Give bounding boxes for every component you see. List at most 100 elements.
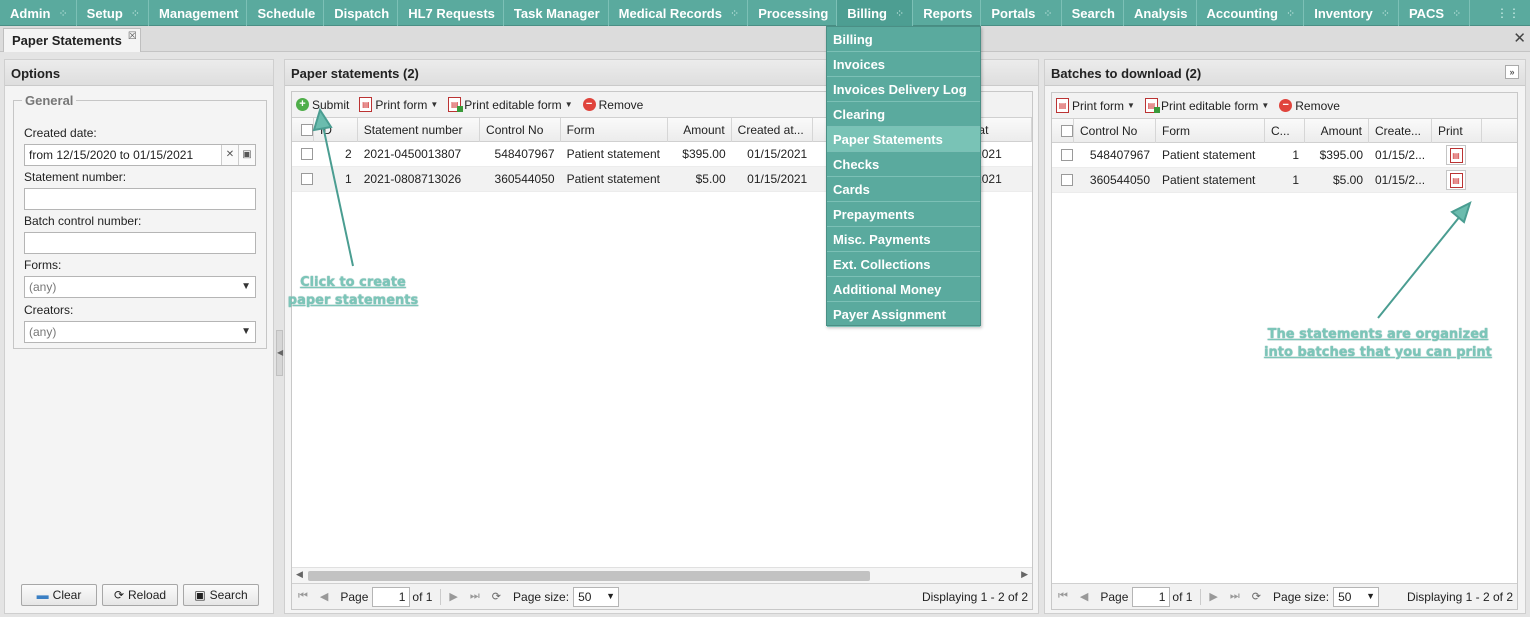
collapse-panel-icon[interactable]: » xyxy=(1505,65,1519,79)
row-checkbox[interactable] xyxy=(301,173,313,185)
col-form[interactable]: Form xyxy=(561,118,668,142)
dropdown-item-prepayments[interactable]: Prepayments xyxy=(827,202,980,227)
dropdown-item-invoices-delivery-log[interactable]: Invoices Delivery Log xyxy=(827,77,980,102)
menu-item-processing[interactable]: Processing xyxy=(748,0,838,26)
col-amount[interactable]: Amount xyxy=(668,118,732,142)
creators-select[interactable]: (any) ▼ xyxy=(24,321,256,343)
statement-number-input[interactable] xyxy=(24,188,256,210)
select-all-checkbox[interactable] xyxy=(301,124,313,136)
page-number-input[interactable]: 1 xyxy=(1132,586,1171,607)
search-button[interactable]: ▣ Search xyxy=(183,584,259,606)
close-all-icon[interactable]: ✕ xyxy=(1513,29,1526,47)
scrollbar-thumb[interactable] xyxy=(308,571,870,581)
dropdown-item-misc-payments[interactable]: Misc. Payments xyxy=(827,227,980,252)
batch-print-editable-button[interactable]: ▤ Print editable form ▼ xyxy=(1144,98,1269,113)
menu-item-schedule[interactable]: Schedule xyxy=(247,0,325,26)
dropdown-item-paper-statements[interactable]: Paper Statements xyxy=(827,127,980,152)
row-checkbox[interactable] xyxy=(301,148,313,160)
col-form[interactable]: Form xyxy=(1156,119,1265,143)
col-id[interactable]: ID xyxy=(314,118,358,142)
col-control-no[interactable]: Control No xyxy=(1074,119,1156,143)
select-all-checkbox-cell[interactable] xyxy=(1052,119,1074,143)
dropdown-item-payer-assignment[interactable]: Payer Assignment xyxy=(827,302,980,327)
print-form-button[interactable]: ▤ Print form ▼ xyxy=(359,97,438,112)
dropdown-item-cards[interactable]: Cards xyxy=(827,177,980,202)
drag-dots-icon[interactable]: ⁘ xyxy=(1381,7,1390,20)
page-size-select[interactable]: 50 ▼ xyxy=(573,586,620,607)
created-date-field[interactable]: from 12/15/2020 to 01/15/2021 ✕ ▣ xyxy=(24,144,256,166)
select-all-checkbox[interactable] xyxy=(1061,125,1073,137)
reload-button[interactable]: ⟳ Reload xyxy=(102,584,178,606)
dropdown-item-invoices[interactable]: Invoices xyxy=(827,52,980,77)
clear-button[interactable]: ▬ Clear xyxy=(21,584,97,606)
col-count[interactable]: C... xyxy=(1265,119,1305,143)
menu-item-reports[interactable]: Reports xyxy=(913,0,982,26)
apps-grid-icon[interactable]: ⋮⋮ xyxy=(1496,6,1520,20)
first-page-icon[interactable]: ⏮ xyxy=(1058,590,1068,603)
menu-item-pacs[interactable]: PACS ⁘ xyxy=(1399,0,1471,26)
batch-remove-button[interactable]: − Remove xyxy=(1279,99,1340,113)
drag-dots-icon[interactable]: ⁘ xyxy=(895,7,904,20)
menu-item-medical-records[interactable]: Medical Records ⁘ xyxy=(609,0,749,26)
clear-date-icon[interactable]: ✕ xyxy=(221,145,238,165)
close-tab-icon[interactable]: ☒ xyxy=(128,31,137,42)
submit-button[interactable]: + Submit xyxy=(296,98,349,112)
next-page-icon[interactable]: ▶ xyxy=(449,590,457,603)
batch-print-form-button[interactable]: ▤ Print form ▼ xyxy=(1056,98,1135,113)
last-page-icon[interactable]: ⏭ xyxy=(470,590,480,603)
dropdown-item-checks[interactable]: Checks xyxy=(827,152,980,177)
menu-item-hl7-requests[interactable]: HL7 Requests xyxy=(398,0,504,26)
scroll-left-icon[interactable]: ◀ xyxy=(296,569,303,580)
menu-item-admin[interactable]: Admin ⁘ xyxy=(0,0,77,26)
dropdown-item-billing[interactable]: Billing xyxy=(827,27,980,52)
table-row[interactable]: 548407967 Patient statement 1 $395.00 01… xyxy=(1052,143,1517,168)
col-print[interactable]: Print xyxy=(1432,119,1482,143)
forms-select[interactable]: (any) ▼ xyxy=(24,276,256,298)
pdf-print-icon[interactable]: ▤ xyxy=(1446,170,1466,190)
next-page-icon[interactable]: ▶ xyxy=(1209,590,1217,603)
menu-item-setup[interactable]: Setup ⁘ xyxy=(77,0,150,26)
calendar-icon[interactable]: ▣ xyxy=(238,145,255,165)
batch-control-input[interactable] xyxy=(24,232,256,254)
row-checkbox[interactable] xyxy=(1061,174,1073,186)
table-row[interactable]: 360544050 Patient statement 1 $5.00 01/1… xyxy=(1052,168,1517,193)
pdf-print-icon[interactable]: ▤ xyxy=(1446,145,1466,165)
col-statement-number[interactable]: Statement number xyxy=(358,118,481,142)
prev-page-icon[interactable]: ◀ xyxy=(320,590,328,603)
menu-item-management[interactable]: Management xyxy=(149,0,248,26)
horizontal-scrollbar[interactable]: ◀ ▶ xyxy=(292,567,1032,583)
row-checkbox[interactable] xyxy=(1061,149,1073,161)
collapse-splitter-handle[interactable]: ◀ xyxy=(276,330,283,376)
tab-paper-statements[interactable]: Paper Statements ☒ xyxy=(3,28,141,52)
drag-dots-icon[interactable]: ⁘ xyxy=(1286,7,1295,20)
page-size-select[interactable]: 50 ▼ xyxy=(1333,586,1380,607)
menu-item-search[interactable]: Search xyxy=(1062,0,1125,26)
col-created-at[interactable]: Created at... xyxy=(732,118,814,142)
page-number-input[interactable]: 1 xyxy=(372,586,411,607)
menu-item-billing[interactable]: Billing ⁘ xyxy=(837,0,914,26)
col-created[interactable]: Create... xyxy=(1369,119,1432,143)
select-all-checkbox-cell[interactable] xyxy=(292,118,314,142)
dropdown-item-clearing[interactable]: Clearing xyxy=(827,102,980,127)
drag-dots-icon[interactable]: ⁘ xyxy=(58,7,67,20)
menu-item-inventory[interactable]: Inventory ⁘ xyxy=(1304,0,1399,26)
menu-item-dispatch[interactable]: Dispatch xyxy=(324,0,399,26)
last-page-icon[interactable]: ⏭ xyxy=(1230,590,1240,603)
scroll-right-icon[interactable]: ▶ xyxy=(1021,569,1028,580)
menu-item-portals[interactable]: Portals ⁘ xyxy=(981,0,1062,26)
print-editable-form-button[interactable]: ▤ Print editable form ▼ xyxy=(448,97,573,112)
drag-dots-icon[interactable]: ⁘ xyxy=(1452,7,1461,20)
col-amount[interactable]: Amount xyxy=(1305,119,1369,143)
first-page-icon[interactable]: ⏮ xyxy=(298,590,308,603)
dropdown-item-ext-collections[interactable]: Ext. Collections xyxy=(827,252,980,277)
dropdown-item-additional-money[interactable]: Additional Money xyxy=(827,277,980,302)
menu-item-analysis[interactable]: Analysis xyxy=(1124,0,1197,26)
refresh-icon[interactable]: ⟳ xyxy=(1252,590,1261,603)
menu-item-task-manager[interactable]: Task Manager xyxy=(504,0,609,26)
drag-dots-icon[interactable]: ⁘ xyxy=(1043,7,1052,20)
col-control-no[interactable]: Control No xyxy=(480,118,561,142)
refresh-icon[interactable]: ⟳ xyxy=(492,590,501,603)
drag-dots-icon[interactable]: ⁘ xyxy=(730,7,739,20)
prev-page-icon[interactable]: ◀ xyxy=(1080,590,1088,603)
drag-dots-icon[interactable]: ⁘ xyxy=(131,7,140,20)
